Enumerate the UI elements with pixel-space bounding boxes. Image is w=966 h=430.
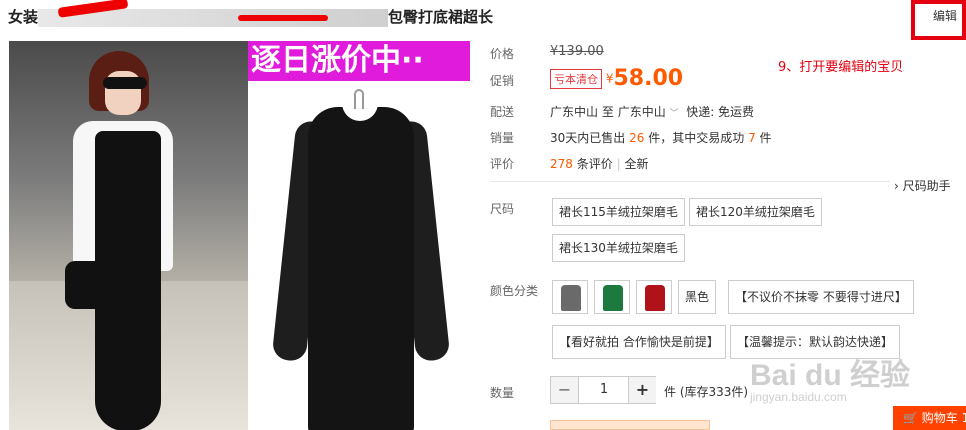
title-prefix: 女装 — [8, 8, 39, 26]
title-suffix: 包臀打底裙超长 — [388, 8, 494, 26]
color-swatch-red[interactable] — [636, 280, 672, 314]
delivery-label: 配送 — [490, 105, 515, 119]
delivery-destination[interactable]: 广东中山 — [618, 105, 666, 119]
color-option-note[interactable]: 【看好就拍 合作愉快是前提】 — [552, 325, 726, 359]
sales-info: 30天内已售出 26 件，其中交易成功 7 件 — [550, 131, 772, 145]
reviews-info: 278 条评价 | 全新 — [550, 157, 649, 171]
color-label: 颜色分类 — [490, 284, 539, 298]
promo-price: 亏本清仓 ¥58.00 — [550, 66, 683, 91]
color-swatch-green[interactable] — [594, 280, 630, 314]
size-option[interactable]: 裙长115羊绒拉架磨毛 — [552, 198, 685, 226]
divider — [490, 181, 952, 182]
promo-label: 促销 — [490, 74, 515, 88]
reviews-label: 评价 — [490, 157, 515, 171]
price-rising-banner: 逐日涨价中·· — [248, 41, 470, 81]
quantity-input[interactable]: 1 — [580, 377, 628, 403]
cart-icon: 🛒 — [903, 411, 918, 425]
quantity-label: 数量 — [490, 386, 515, 400]
condition-new: 全新 — [624, 157, 649, 171]
quantity-stepper[interactable]: − 1 + — [550, 376, 656, 404]
redacted-title-section — [38, 8, 389, 27]
color-option-note[interactable]: 【不议价不抹零 不要得寸进尺】 — [728, 280, 914, 314]
decrease-button[interactable]: − — [551, 377, 579, 403]
chevron-down-icon[interactable]: ﹀ — [670, 109, 679, 119]
color-option-black[interactable]: 黑色 — [678, 280, 717, 314]
product-title: 女装 包臀打底裙超长 — [8, 6, 493, 27]
cart-button[interactable]: 🛒 购物车 1 — [893, 406, 966, 430]
product-dress-photo — [248, 81, 470, 430]
sales-label: 销量 — [490, 131, 515, 145]
size-option[interactable]: 裙长120羊绒拉架磨毛 — [689, 198, 822, 226]
review-count[interactable]: 278 — [550, 157, 573, 171]
chevron-right-icon: › — [894, 179, 899, 193]
color-swatch-gray[interactable] — [552, 280, 588, 314]
promo-price-value: 58.00 — [613, 66, 684, 91]
watermark: Bai du 经验 jingyan.baidu.com — [750, 359, 911, 404]
size-helper-link[interactable]: › 尺码助手 — [890, 177, 951, 194]
stock-info: 件 (库存333件) — [664, 385, 749, 399]
increase-button[interactable]: + — [628, 377, 656, 403]
size-label: 尺码 — [490, 202, 515, 216]
delivery-info: 广东中山 至 广东中山 ﹀ 快递: 免运费 — [550, 105, 755, 119]
size-option[interactable]: 裙长130羊绒拉架磨毛 — [552, 234, 685, 262]
original-price-value: 139.00 — [558, 44, 604, 59]
original-price: ¥139.00 — [550, 44, 604, 59]
buy-now-button[interactable] — [550, 420, 710, 430]
clearance-tag: 亏本清仓 — [550, 68, 602, 89]
product-model-photo — [9, 41, 248, 430]
price-label: 价格 — [490, 47, 515, 61]
instruction-annotation: 9、打开要编辑的宝贝 — [778, 60, 904, 75]
